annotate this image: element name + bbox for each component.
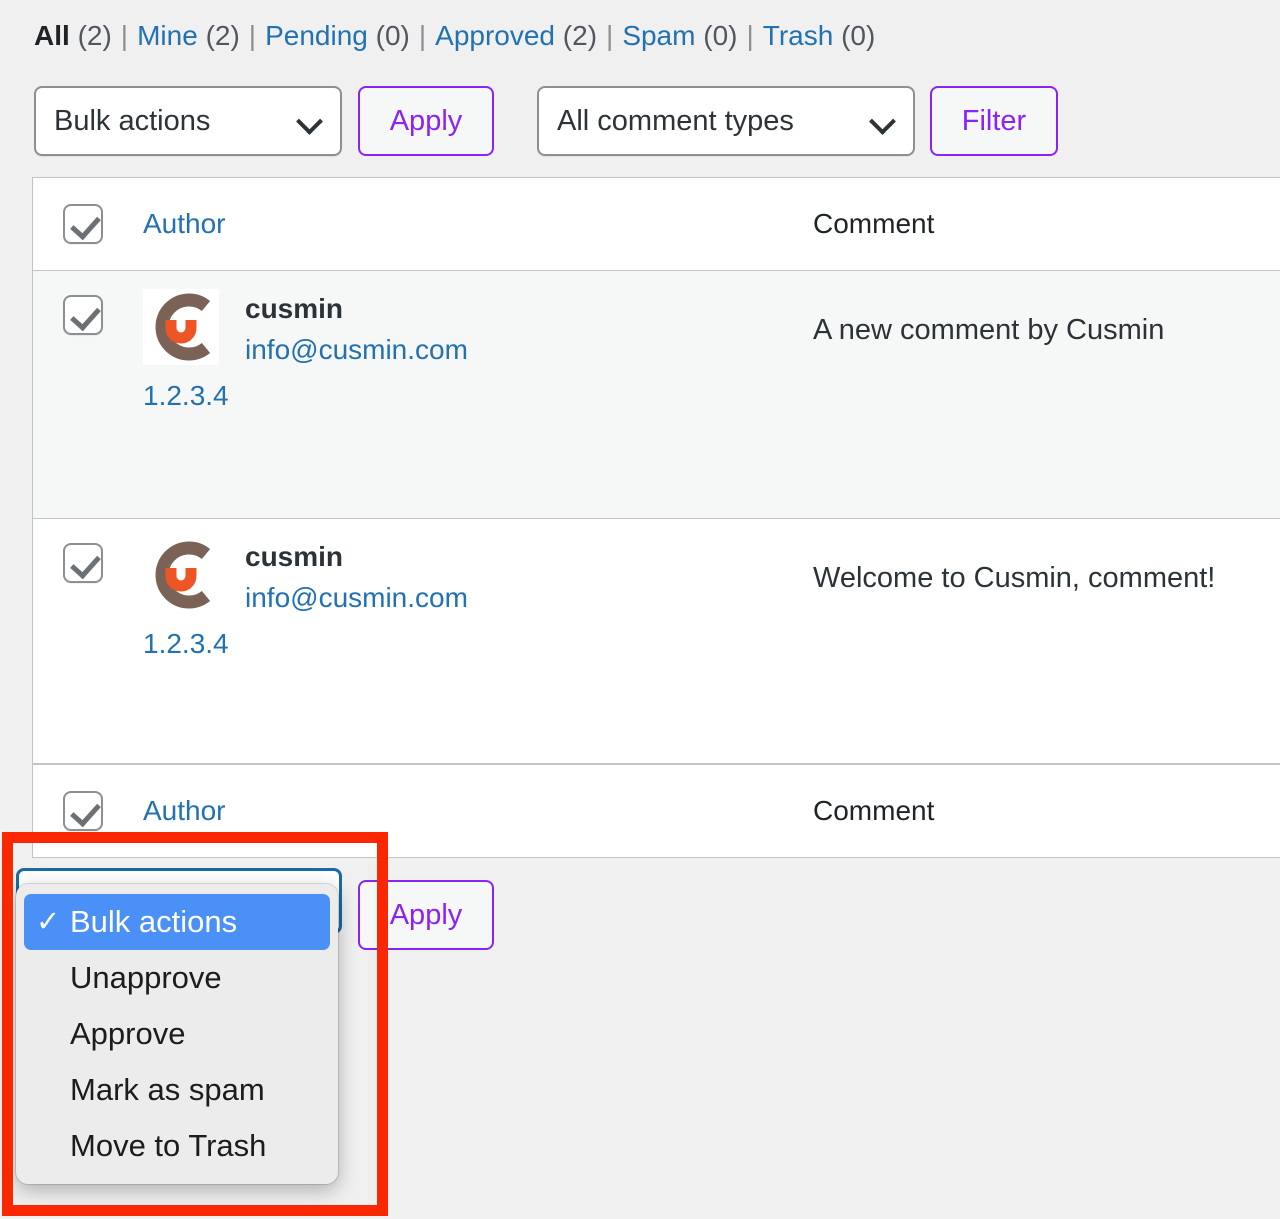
filter-link-pending-count: (0)	[375, 20, 410, 51]
avatar	[143, 289, 219, 365]
column-header-author-label[interactable]: Author	[143, 208, 226, 239]
row-comment-cell: Welcome to Cusmin, comment!	[813, 519, 1280, 598]
table-row: cusmin info@cusmin.com 1.2.3.4 Welcome t…	[33, 519, 1280, 764]
select-all-cell	[33, 204, 143, 244]
select-all-checkbox-bottom[interactable]	[63, 791, 103, 831]
filter-link-trash-count: (0)	[841, 20, 876, 51]
filter-link-spam[interactable]: Spam (0)	[622, 20, 737, 51]
dropdown-option-mark-as-spam-label: Mark as spam	[70, 1072, 265, 1107]
chevron-down-icon	[871, 109, 895, 133]
tablenav-top: Bulk actions Apply All comment types Fil…	[0, 86, 1280, 160]
filter-link-mine[interactable]: Mine (2)	[137, 20, 240, 51]
filter-button[interactable]: Filter	[930, 86, 1058, 156]
filter-link-all-count: (2)	[77, 20, 112, 51]
filter-separator: |	[606, 20, 614, 51]
filter-separator: |	[120, 20, 129, 51]
filter-link-all-label[interactable]: All	[34, 20, 70, 51]
comment-type-select[interactable]: All comment types	[537, 86, 915, 156]
row-comment-text: Welcome to Cusmin, comment!	[813, 562, 1216, 594]
row-checkbox[interactable]	[63, 543, 103, 583]
dropdown-option-approve[interactable]: Approve	[24, 1006, 330, 1062]
filter-link-mine-count: (2)	[205, 20, 240, 51]
dropdown-option-move-to-trash-label: Move to Trash	[70, 1128, 267, 1163]
column-footer-author: Author	[143, 795, 813, 827]
select-all-checkbox-top[interactable]	[63, 204, 103, 244]
bulk-actions-select-top[interactable]: Bulk actions	[34, 86, 342, 156]
row-comment-cell: A new comment by Cusmin	[813, 271, 1280, 350]
row-author-email[interactable]: info@cusmin.com	[245, 582, 468, 614]
dropdown-option-approve-label: Approve	[70, 1016, 186, 1051]
filter-link-trash[interactable]: Trash (0)	[763, 20, 876, 51]
filter-link-spam-count: (0)	[703, 20, 738, 51]
row-author-email[interactable]: info@cusmin.com	[245, 334, 468, 366]
column-header-comment: Comment	[813, 208, 1280, 240]
row-author-ip[interactable]: 1.2.3.4	[143, 380, 813, 412]
bulk-actions-select-top-value: Bulk actions	[54, 104, 211, 137]
comments-table: Author Comment cusmin info@cusmin.com 1.…	[32, 177, 1280, 858]
bulk-actions-dropdown-menu[interactable]: ✓ Bulk actions Unapprove Approve Mark as…	[16, 884, 338, 1184]
table-row: cusmin info@cusmin.com 1.2.3.4 A new com…	[33, 271, 1280, 519]
filter-link-approved-label[interactable]: Approved	[435, 20, 555, 51]
apply-button-top[interactable]: Apply	[358, 86, 494, 156]
comment-status-filter-links: All (2) | Mine (2) | Pending (0) | Approved (2…	[34, 22, 875, 50]
filter-link-pending-label[interactable]: Pending	[265, 20, 368, 51]
row-author-cell: cusmin info@cusmin.com 1.2.3.4	[143, 519, 813, 670]
row-author-name: cusmin	[245, 293, 344, 324]
row-author-ip[interactable]: 1.2.3.4	[143, 628, 813, 660]
filter-link-all[interactable]: All (2)	[34, 20, 112, 51]
comments-screen: All (2) | Mine (2) | Pending (0) | Approved (2…	[0, 0, 1280, 1219]
comment-type-select-value: All comment types	[557, 104, 794, 137]
row-author-cell: cusmin info@cusmin.com 1.2.3.4	[143, 271, 813, 422]
column-footer-comment: Comment	[813, 795, 1280, 827]
chevron-down-icon	[298, 109, 322, 133]
filter-link-spam-label[interactable]: Spam	[622, 20, 695, 51]
filter-link-approved[interactable]: Approved (2)	[435, 20, 597, 51]
filter-separator: |	[248, 20, 257, 51]
dropdown-option-unapprove-label: Unapprove	[70, 960, 222, 995]
table-header-row: Author Comment	[33, 178, 1280, 271]
filter-link-mine-label[interactable]: Mine	[137, 20, 198, 51]
dropdown-option-move-to-trash[interactable]: Move to Trash	[24, 1118, 330, 1174]
table-footer-row: Author Comment	[33, 764, 1280, 857]
column-header-comment-label: Comment	[813, 208, 935, 239]
filter-separator: |	[746, 20, 754, 51]
dropdown-option-mark-as-spam[interactable]: Mark as spam	[24, 1062, 330, 1118]
dropdown-option-bulk-actions-label: Bulk actions	[70, 904, 238, 939]
filter-link-trash-label[interactable]: Trash	[763, 20, 834, 51]
row-comment-text: A new comment by Cusmin	[813, 314, 1165, 346]
column-footer-author-label[interactable]: Author	[143, 795, 226, 826]
avatar	[143, 537, 219, 613]
filter-separator: |	[418, 20, 427, 51]
row-checkbox[interactable]	[63, 295, 103, 335]
column-footer-comment-label: Comment	[813, 795, 935, 826]
filter-link-pending[interactable]: Pending (0)	[265, 20, 410, 51]
check-icon: ✓	[36, 905, 61, 938]
filter-link-approved-count: (2)	[562, 20, 598, 51]
column-header-author: Author	[143, 208, 813, 240]
select-all-cell-bottom	[33, 791, 143, 831]
dropdown-option-unapprove[interactable]: Unapprove	[24, 950, 330, 1006]
apply-button-bottom[interactable]: Apply	[358, 880, 494, 950]
row-select-cell	[33, 271, 143, 335]
dropdown-option-bulk-actions[interactable]: ✓ Bulk actions	[24, 894, 330, 950]
row-author-name: cusmin	[245, 541, 344, 572]
row-select-cell	[33, 519, 143, 583]
